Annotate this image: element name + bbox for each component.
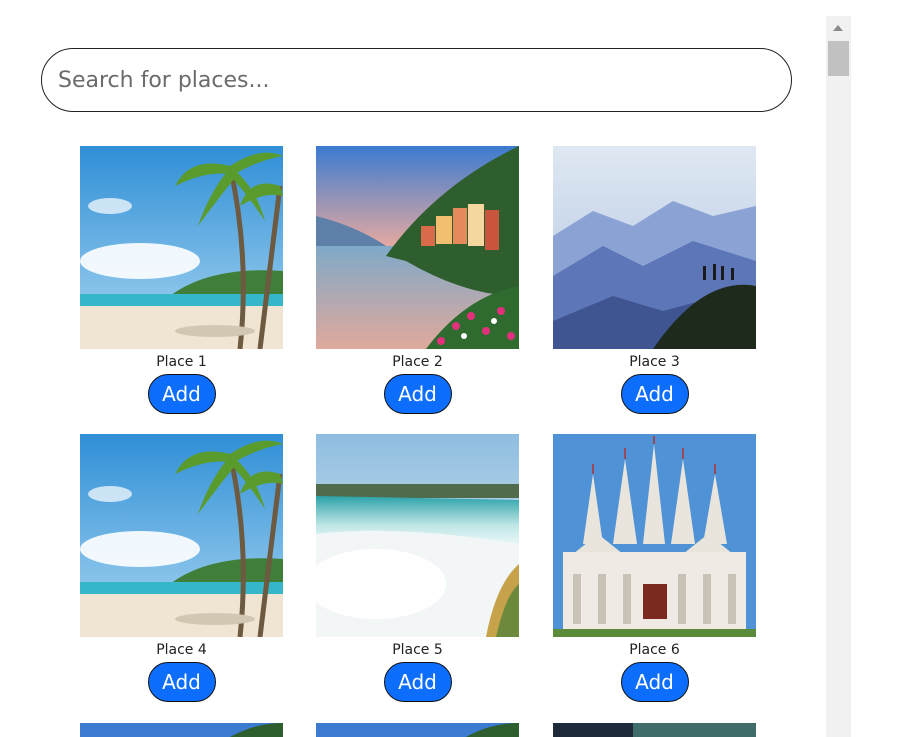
add-button[interactable]: Add	[620, 662, 689, 702]
place-card: Place 5 Add	[316, 434, 519, 702]
search-bar[interactable]	[41, 48, 792, 112]
place-name: Place 6	[629, 642, 680, 658]
add-button[interactable]: Add	[620, 374, 689, 414]
place-image-partial	[80, 723, 283, 737]
add-button[interactable]: Add	[147, 374, 216, 414]
place-name: Place 5	[392, 642, 443, 658]
place-name: Place 2	[392, 354, 443, 370]
add-button[interactable]: Add	[383, 662, 452, 702]
place-card-partial	[316, 723, 519, 737]
place-image-partial	[316, 723, 519, 737]
place-image-waterfall	[316, 434, 519, 637]
place-card: Place 3 Add	[553, 146, 756, 414]
add-button[interactable]: Add	[147, 662, 216, 702]
scroll-up-arrow-icon[interactable]	[833, 25, 843, 31]
place-card-partial	[80, 723, 283, 737]
place-card: Place 6 Add	[553, 434, 756, 702]
place-card-partial	[553, 723, 756, 737]
place-image-beach	[80, 434, 283, 637]
search-input[interactable]	[56, 66, 791, 94]
place-image-partial	[553, 723, 756, 737]
add-button[interactable]: Add	[383, 374, 452, 414]
place-name: Place 1	[156, 354, 207, 370]
place-card: Place 2 Add	[316, 146, 519, 414]
place-name: Place 3	[629, 354, 680, 370]
place-name: Place 4	[156, 642, 207, 658]
place-image-temple	[553, 434, 756, 637]
vertical-scrollbar[interactable]	[826, 16, 851, 737]
place-card: Place 4 Add	[80, 434, 283, 702]
place-image-mountains	[553, 146, 756, 349]
scroll-thumb[interactable]	[828, 41, 849, 76]
page: Place 1 Add	[0, 0, 902, 737]
place-image-beach	[80, 146, 283, 349]
place-card: Place 1 Add	[80, 146, 283, 414]
place-image-lake-village	[316, 146, 519, 349]
